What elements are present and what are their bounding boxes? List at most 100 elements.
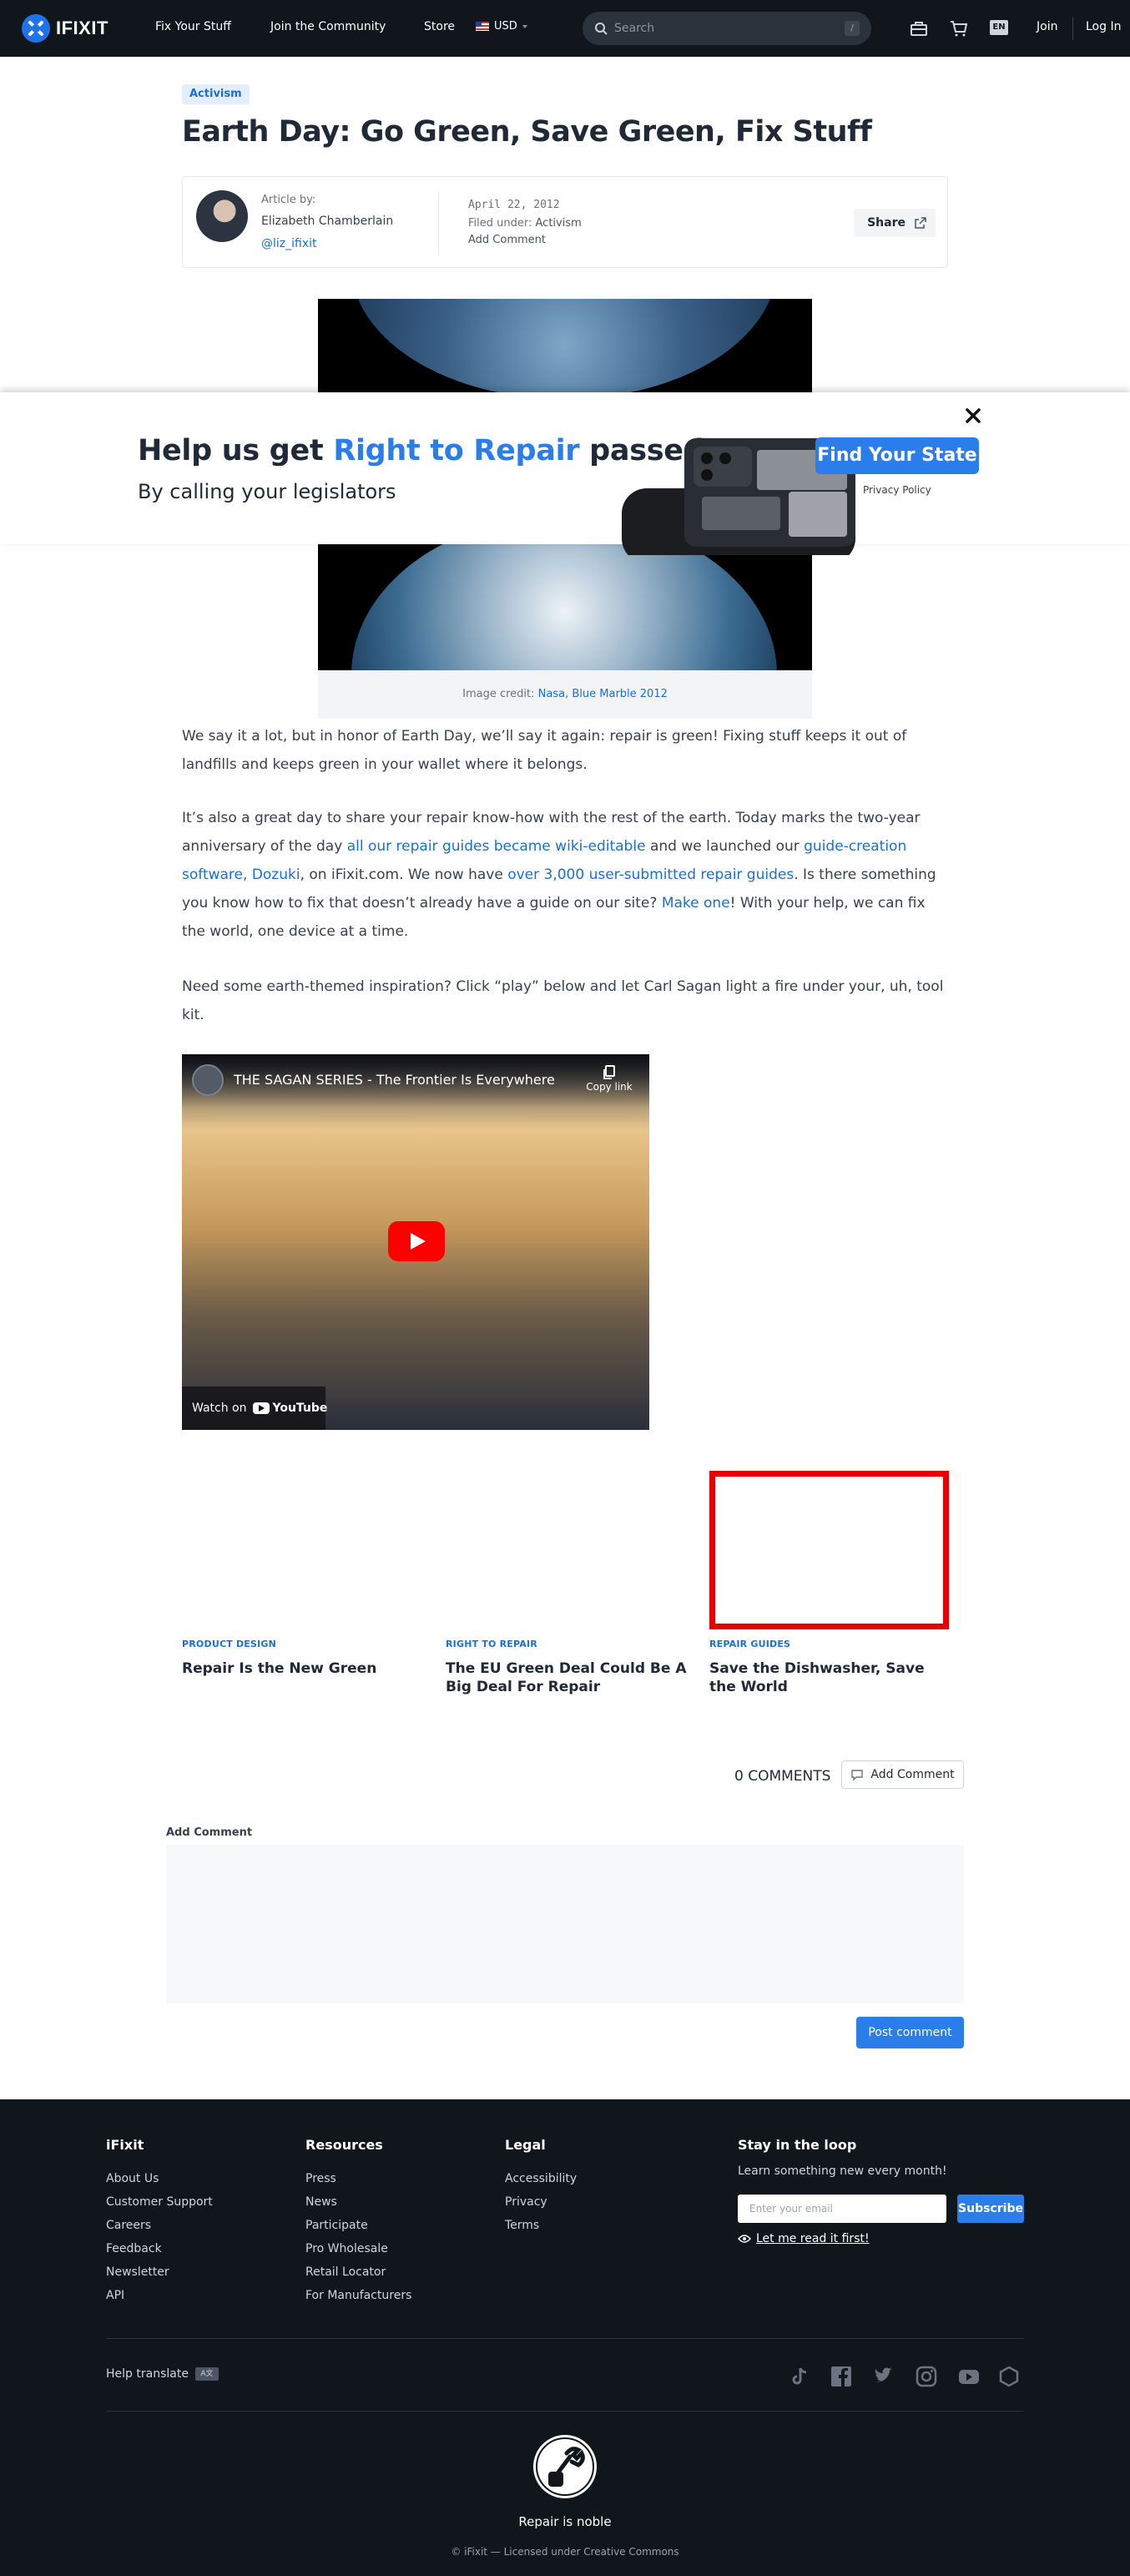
byline-divider <box>438 192 439 255</box>
copyright[interactable]: © iFixit — Licensed under Creative Commo… <box>0 2546 1130 2558</box>
image-caption: Image credit: Nasa, Blue Marble 2012 <box>318 670 812 719</box>
login-link[interactable]: Log In <box>1086 20 1121 33</box>
cart-icon[interactable] <box>949 18 969 38</box>
caption-credit-link[interactable]: Nasa, Blue Marble 2012 <box>538 688 668 700</box>
nav-fix-your-stuff[interactable]: Fix Your Stuff <box>155 20 231 33</box>
help-translate-label: Help translate <box>106 2367 189 2381</box>
subscribe-button[interactable]: Subscribe <box>957 2195 1024 2223</box>
category-tag[interactable]: Activism <box>182 84 250 104</box>
youtube-icon[interactable] <box>957 2365 981 2388</box>
banner-title-pre: Help us get <box>138 434 324 467</box>
read-first-link[interactable]: Let me read it first! <box>738 2232 870 2245</box>
newsletter-email-input[interactable] <box>738 2195 946 2223</box>
p2-text-2: and we launched our <box>645 838 805 855</box>
share-button[interactable]: Share <box>854 209 936 237</box>
footer-link-support[interactable]: Customer Support <box>106 2195 213 2209</box>
language-selector[interactable]: EN <box>990 20 1008 35</box>
footer-tagline: Repair is noble <box>518 2514 612 2529</box>
footer-link-manufacturers[interactable]: For Manufacturers <box>305 2289 411 2302</box>
user-guides-link[interactable]: over 3,000 user-submitted repair guides <box>507 866 794 883</box>
related-category-2[interactable]: RIGHT TO REPAIR <box>446 1639 537 1649</box>
footer-link-feedback[interactable]: Feedback <box>106 2242 162 2255</box>
related-category-3[interactable]: REPAIR GUIDES <box>709 1639 790 1649</box>
author-avatar[interactable] <box>196 190 248 242</box>
footer-link-api[interactable]: API <box>106 2289 124 2302</box>
earth-globe-top <box>351 299 777 399</box>
join-link[interactable]: Join <box>1037 20 1057 33</box>
instagram-icon[interactable] <box>915 2365 938 2388</box>
paragraph-1: We say it a lot, but in honor of Earth D… <box>182 728 907 773</box>
byline-card: Article by: Elizabeth Chamberlain @liz_i… <box>182 176 948 268</box>
search-input[interactable] <box>614 22 840 35</box>
publish-date: April 22, 2012 <box>468 199 560 211</box>
search-bar[interactable]: / <box>583 12 871 45</box>
close-banner-icon[interactable] <box>963 406 983 426</box>
channel-avatar[interactable] <box>192 1064 224 1096</box>
help-translate[interactable]: Help translate A文 <box>106 2367 219 2381</box>
related-title-3[interactable]: Save the Dishwasher, Save the World <box>709 1659 951 1696</box>
filed-label: Filed under: <box>468 217 532 230</box>
translate-icon: A文 <box>194 2367 219 2381</box>
add-comment-button[interactable]: Add Comment <box>841 1760 964 1789</box>
footer-link-participate[interactable]: Participate <box>305 2219 368 2232</box>
hexagon-icon[interactable] <box>997 2365 1021 2388</box>
footer-link-accessibility[interactable]: Accessibility <box>505 2172 577 2185</box>
add-comment-label: Add Comment <box>870 1768 955 1781</box>
footer-link-newsletter[interactable]: Newsletter <box>106 2265 169 2279</box>
footer-link-privacy[interactable]: Privacy <box>505 2195 547 2209</box>
youtube-embed[interactable]: THE SAGAN SERIES - The Frontier Is Every… <box>182 1054 649 1430</box>
footer-heading-resources: Resources <box>305 2137 383 2153</box>
footer-link-careers[interactable]: Careers <box>106 2219 151 2232</box>
post-comment-button[interactable]: Post comment <box>856 2017 964 2048</box>
footer-divider <box>106 2338 1024 2339</box>
p2-text-3: , on iFixit.com. We now have <box>300 866 508 883</box>
footer-heading-legal: Legal <box>505 2137 546 2153</box>
related-image-2[interactable] <box>446 1471 685 1629</box>
watch-on-youtube[interactable]: Watch on YouTube <box>182 1386 328 1430</box>
related-title-1[interactable]: Repair Is the New Green <box>182 1659 424 1678</box>
footer-link-press[interactable]: Press <box>305 2172 336 2185</box>
facebook-icon[interactable] <box>830 2365 853 2388</box>
author-handle[interactable]: @liz_ifixit <box>261 237 317 250</box>
paragraph-3: Need some earth-themed inspiration? Clic… <box>182 978 944 1023</box>
us-flag-icon <box>476 22 489 31</box>
ifixit-logo[interactable]: IFIXIT <box>22 14 108 43</box>
copy-link-label: Copy link <box>586 1081 633 1093</box>
make-one-link[interactable]: Make one <box>662 895 730 912</box>
paragraph-2: It’s also a great day to share your repa… <box>182 804 950 946</box>
related-title-2[interactable]: The EU Green Deal Could Be A Big Deal Fo… <box>446 1659 688 1696</box>
tiktok-icon[interactable] <box>788 2365 811 2388</box>
brand-name: IFIXIT <box>56 18 108 38</box>
read-first-label: Let me read it first! <box>756 2232 870 2245</box>
caption-prefix: Image credit: <box>462 688 535 700</box>
comment-textarea[interactable] <box>166 1845 964 2003</box>
toolbox-icon[interactable] <box>909 18 929 38</box>
nav-join-community[interactable]: Join the Community <box>270 20 386 33</box>
youtube-wordmark: YouTube <box>272 1402 328 1415</box>
related-image-1[interactable] <box>182 1471 421 1629</box>
wiki-editable-link[interactable]: all our repair guides became wiki-editab… <box>347 838 646 855</box>
find-your-state-button[interactable]: Find Your State <box>815 437 979 474</box>
play-button[interactable] <box>388 1221 445 1261</box>
footer-link-retail-locator[interactable]: Retail Locator <box>305 2265 386 2279</box>
filed-category-link[interactable]: Activism <box>536 217 582 230</box>
related-image-3[interactable] <box>709 1471 949 1629</box>
twitter-icon[interactable] <box>872 2365 895 2388</box>
external-share-icon <box>915 217 926 229</box>
top-navigation: IFIXIT Fix Your Stuff Join the Community… <box>0 0 1130 57</box>
copy-link-button[interactable]: Copy link <box>583 1064 636 1093</box>
footer-link-news[interactable]: News <box>305 2195 337 2209</box>
eye-icon <box>738 2235 751 2243</box>
footer-link-pro-wholesale[interactable]: Pro Wholesale <box>305 2242 388 2255</box>
nav-store[interactable]: Store <box>424 20 455 33</box>
author-name[interactable]: Elizabeth Chamberlain <box>261 215 393 228</box>
video-title[interactable]: THE SAGAN SERIES - The Frontier Is Every… <box>234 1072 555 1088</box>
add-comment-link[interactable]: Add Comment <box>468 234 546 246</box>
related-category-1[interactable]: PRODUCT DESIGN <box>182 1639 276 1649</box>
copy-icon <box>603 1065 615 1079</box>
footer-link-about[interactable]: About Us <box>106 2172 159 2185</box>
currency-selector[interactable]: USD <box>476 20 532 33</box>
footer-link-terms[interactable]: Terms <box>505 2219 539 2232</box>
privacy-policy-link[interactable]: Privacy Policy <box>863 484 931 496</box>
filed-under: Filed under: Activism <box>468 217 582 230</box>
